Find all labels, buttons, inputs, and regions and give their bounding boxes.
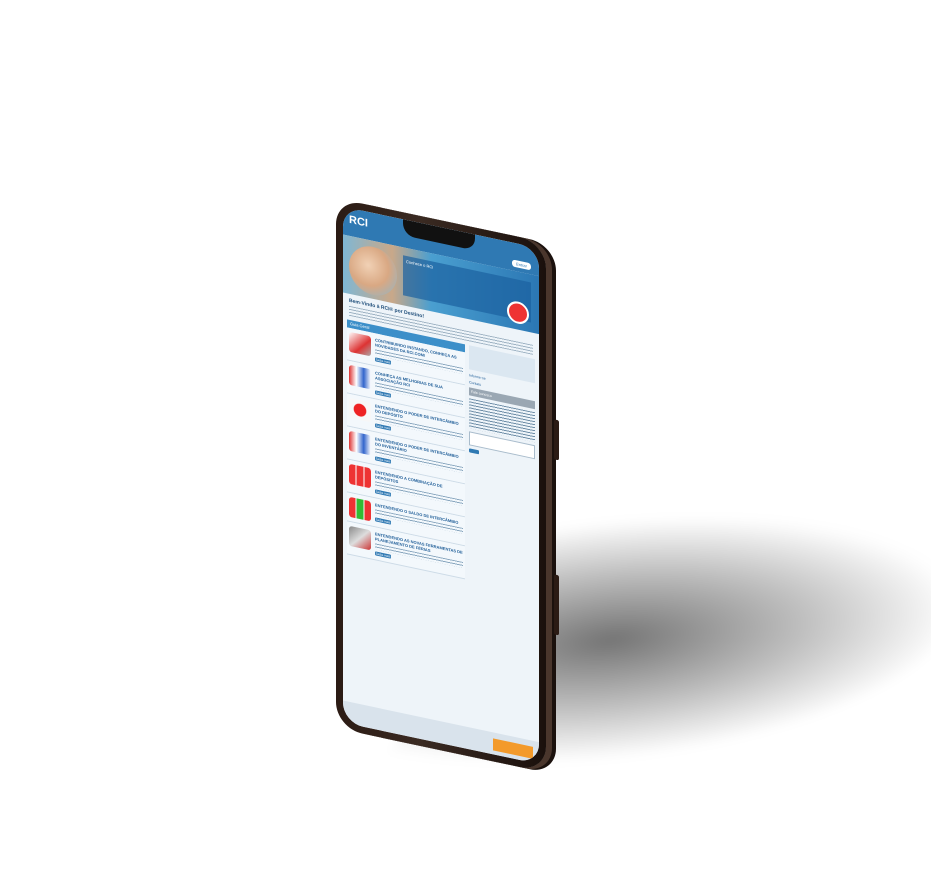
side-button (554, 574, 559, 636)
hero-photo (349, 241, 397, 300)
sidebar: Informe-se Contato Fale conosco (465, 344, 539, 595)
card-thumb (349, 496, 371, 522)
phone-device: RCI Entrar Conhece o RCI Bem-Vindo à RCI… (336, 198, 559, 773)
phone-screen: RCI Entrar Conhece o RCI Bem-Vindo à RCI… (343, 206, 539, 765)
hero-text: Conhece o RCI (406, 258, 434, 270)
card-thumb (349, 397, 371, 423)
main-column: Guia Geral CONTRIBUINDO INSTANDO, CONHEÇ… (343, 318, 465, 580)
power-button (554, 419, 559, 461)
sidebar-submit-button[interactable] (469, 448, 479, 455)
rci-logo: RCI (349, 213, 368, 230)
content-columns: Guia Geral CONTRIBUINDO INSTANDO, CONHEÇ… (343, 318, 539, 595)
card-thumb (349, 331, 371, 357)
phone-frame: RCI Entrar Conhece o RCI Bem-Vindo à RCI… (336, 198, 559, 773)
card-thumb (349, 525, 371, 551)
footer-promo[interactable] (493, 738, 533, 759)
signin-button[interactable]: Entrar (512, 259, 531, 271)
card-thumb (349, 463, 371, 489)
card-thumb (349, 430, 371, 456)
card-thumb (349, 364, 371, 390)
